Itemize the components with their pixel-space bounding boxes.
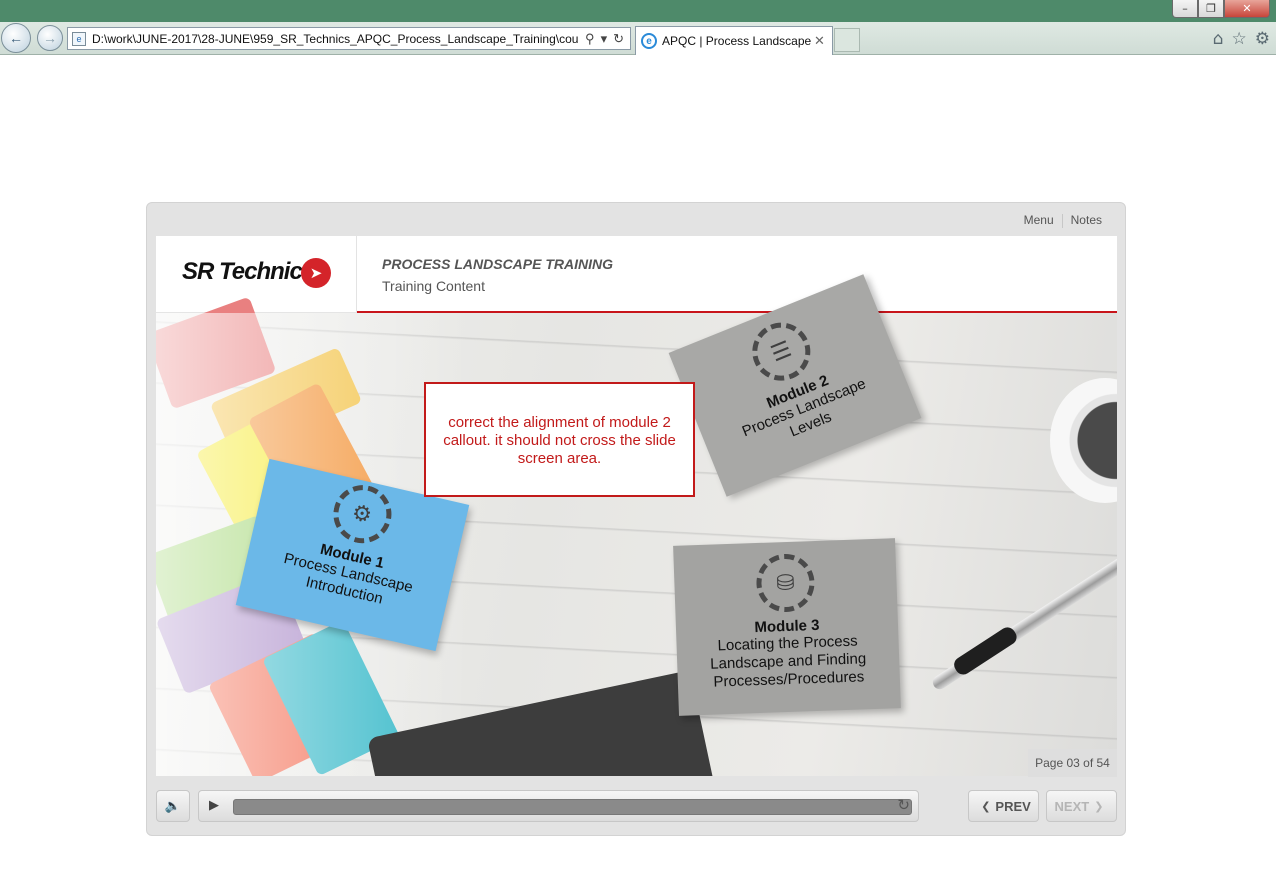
next-button[interactable]: NEXT ❯	[1046, 790, 1117, 822]
browser-navbar: ← → e D:\work\JUNE-2017\28-JUNE\959_SR_T…	[0, 22, 1276, 55]
chevron-left-icon: ❮	[981, 799, 991, 813]
menu-link[interactable]: Menu	[1016, 213, 1062, 228]
minimize-button[interactable]: –	[1172, 0, 1198, 18]
star-icon[interactable]: ☆	[1232, 29, 1247, 49]
speaker-icon: 🔈	[164, 798, 182, 814]
tab-title: APQC | Process Landscape ...	[662, 34, 814, 48]
ie-icon: e	[641, 33, 657, 49]
logo-box: SR Technics ➤	[156, 236, 357, 313]
logo-mark-icon: ➤	[301, 258, 331, 288]
company-logo-text: SR Technics	[182, 258, 315, 285]
page-icon: e	[72, 31, 86, 46]
course-subtitle: Training Content	[382, 278, 485, 294]
window-titlebar: – ❐ ✕	[0, 0, 1276, 22]
module-desc-line: Processes/Procedures	[713, 668, 865, 691]
dropdown-icon[interactable]: ▾	[601, 31, 608, 47]
gears-icon: ⚙	[327, 479, 397, 549]
restore-button[interactable]: ❐	[1198, 0, 1224, 18]
chevron-right-icon: ❯	[1094, 799, 1104, 813]
window-controls: – ❐ ✕	[1172, 0, 1270, 18]
replay-icon[interactable]: ↻	[897, 796, 910, 814]
notes-link[interactable]: Notes	[1063, 213, 1110, 228]
pen-grip-image	[951, 624, 1020, 678]
progress-track[interactable]	[233, 799, 912, 815]
prev-button[interactable]: ❮ PREV	[968, 790, 1039, 822]
review-callout: correct the alignment of module 2 callou…	[424, 382, 695, 497]
new-tab-button[interactable]	[834, 28, 860, 52]
page-indicator: Page 03 of 54	[1028, 749, 1117, 777]
prev-label: PREV	[995, 798, 1031, 814]
volume-button[interactable]: 🔈	[156, 790, 190, 822]
module-3-card[interactable]: ⛁ Module 3 Locating the Process Landscap…	[673, 538, 901, 716]
slide-header: SR Technics ➤ PROCESS LANDSCAPE TRAINING…	[156, 236, 1117, 313]
address-bar[interactable]: e D:\work\JUNE-2017\28-JUNE\959_SR_Techn…	[67, 27, 631, 50]
course-title: PROCESS LANDSCAPE TRAINING	[382, 256, 614, 272]
play-icon[interactable]: ▶	[209, 798, 219, 813]
browser-tab[interactable]: e APQC | Process Landscape ... ✕	[635, 26, 833, 55]
forward-icon[interactable]: →	[37, 25, 63, 51]
tab-close-icon[interactable]: ✕	[814, 33, 828, 49]
player-controls: 🔈 ▶ ↻ ❮ PREV NEXT ❯	[156, 790, 1118, 825]
refresh-icon[interactable]: ↻	[613, 31, 624, 47]
coffee-cup-image	[1050, 378, 1117, 503]
database-search-icon: ⛁	[755, 553, 816, 614]
back-icon[interactable]: ←	[1, 23, 31, 53]
gear-icon[interactable]: ⚙	[1255, 29, 1270, 49]
seekbar-container: ▶ ↻	[198, 790, 919, 822]
next-label: NEXT	[1054, 798, 1090, 814]
home-icon[interactable]: ⌂	[1213, 29, 1224, 49]
close-window-button[interactable]: ✕	[1224, 0, 1270, 18]
search-icon[interactable]: ⚲	[585, 31, 595, 47]
address-url[interactable]: D:\work\JUNE-2017\28-JUNE\959_SR_Technic…	[92, 32, 579, 46]
player-top-links: Menu Notes	[1016, 213, 1110, 228]
